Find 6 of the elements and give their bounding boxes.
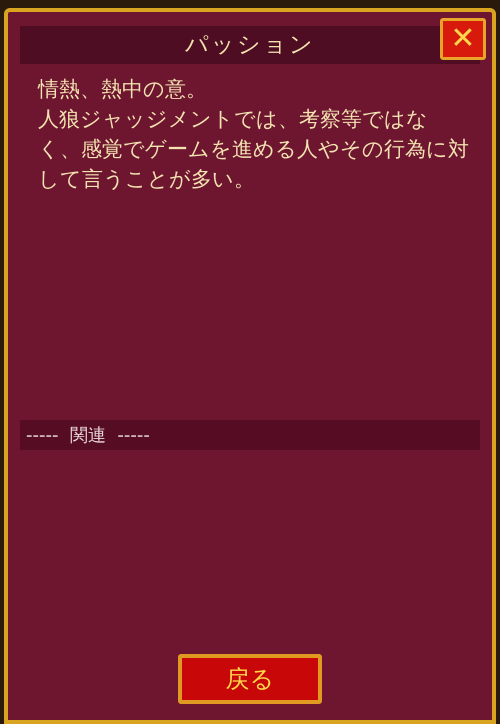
back-button[interactable]: 戻る [178,654,322,704]
dialog-title: パッション [185,30,315,60]
related-label: ----- 関連 ----- [26,424,150,448]
close-button[interactable]: ✕ [440,18,486,60]
description-text: 人狼ジャッジメントでは、考察等ではなく、感覚でゲームを進める人やその行為に対して言うことが多い。 [38,106,470,193]
description-text: 情熱、熱中の意。 [38,76,208,103]
